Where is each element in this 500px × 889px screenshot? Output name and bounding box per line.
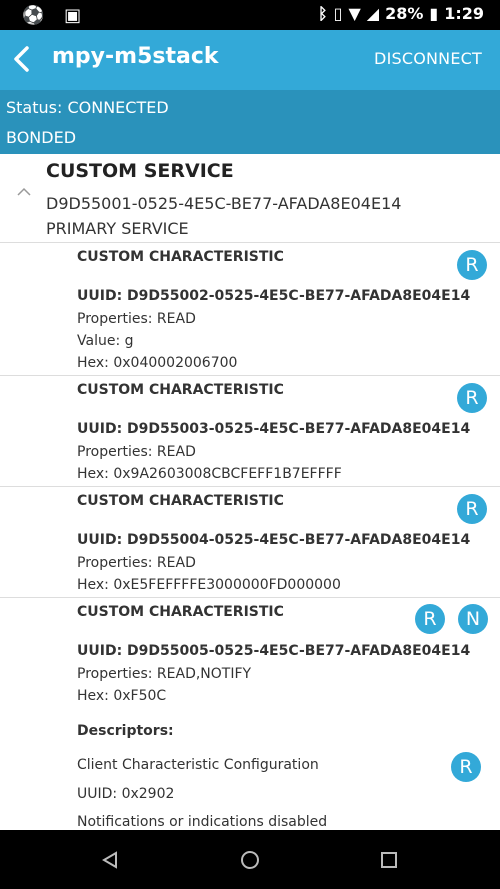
characteristic-item: CUSTOM CHARACTERISTIC R UUID: D9D55003-0… <box>0 375 500 487</box>
read-button[interactable]: R <box>457 494 487 524</box>
nav-back-icon[interactable] <box>100 850 120 870</box>
characteristic-properties: Properties: READ <box>77 555 196 571</box>
service-type: PRIMARY SERVICE <box>46 219 189 238</box>
chevron-up-icon[interactable] <box>16 184 32 200</box>
characteristic-uuid: UUID: D9D55002-0525-4E5C-BE77-AFADA8E04E… <box>77 288 471 304</box>
characteristic-properties: Properties: READ <box>77 444 196 460</box>
back-arrow-icon[interactable] <box>8 42 36 76</box>
battery-icon: ▮ <box>429 4 439 23</box>
notify-button[interactable]: N <box>458 604 488 634</box>
descriptor-name: Client Characteristic Configuration <box>77 757 319 773</box>
characteristic-hex: Hex: 0xE5FEFFFFE3000000FD000000 <box>77 577 341 593</box>
wifi-icon: ▼ <box>348 4 361 23</box>
characteristic-item: CUSTOM CHARACTERISTIC R N UUID: D9D55005… <box>0 597 500 837</box>
characteristic-value: Value: g <box>77 333 134 349</box>
service-name: CUSTOM SERVICE <box>46 160 234 182</box>
descriptor-read-button[interactable]: R <box>451 752 481 782</box>
descriptor-status: Notifications or indications disabled <box>77 814 328 830</box>
battery-level: 28% <box>385 4 424 23</box>
soccer-ball-icon: ⚽ <box>22 5 45 26</box>
system-nav-bar <box>0 830 500 889</box>
connection-status-bar: Status: CONNECTED BONDED <box>0 90 500 154</box>
characteristic-name: CUSTOM CHARACTERISTIC <box>77 604 284 620</box>
characteristic-properties: Properties: READ <box>77 311 196 327</box>
system-status-bar: ⚽ ▣ ᛒ ▯ ▼ ◢ 28% ▮ 1:29 <box>0 0 500 30</box>
bluetooth-icon: ᛒ <box>318 4 328 23</box>
connection-status: Status: CONNECTED <box>6 98 169 117</box>
characteristic-hex: Hex: 0x040002006700 <box>77 355 238 371</box>
app-bar: mpy-m5stack DISCONNECT <box>0 30 500 90</box>
disconnect-button[interactable]: DISCONNECT <box>374 49 482 68</box>
read-button[interactable]: R <box>457 383 487 413</box>
descriptors-heading: Descriptors: <box>77 723 174 739</box>
characteristic-item: CUSTOM CHARACTERISTIC R UUID: D9D55002-0… <box>0 242 500 376</box>
characteristic-properties: Properties: READ,NOTIFY <box>77 666 252 682</box>
bond-status: BONDED <box>6 128 77 147</box>
service-uuid: D9D55001-0525-4E5C-BE77-AFADA8E04E14 <box>46 194 402 213</box>
service-header[interactable]: CUSTOM SERVICE D9D55001-0525-4E5C-BE77-A… <box>0 154 500 243</box>
nav-home-icon[interactable] <box>240 850 260 870</box>
notification-icons: ⚽ ▣ <box>22 5 95 26</box>
image-icon: ▣ <box>64 5 82 26</box>
vibrate-icon: ▯ <box>333 4 343 23</box>
device-title: mpy-m5stack <box>52 44 219 69</box>
characteristic-item: CUSTOM CHARACTERISTIC R UUID: D9D55004-0… <box>0 486 500 598</box>
nav-recents-icon[interactable] <box>379 850 399 870</box>
descriptor-uuid: UUID: 0x2902 <box>77 786 175 802</box>
characteristic-uuid: UUID: D9D55005-0525-4E5C-BE77-AFADA8E04E… <box>77 643 471 659</box>
system-indicators: ᛒ ▯ ▼ ◢ 28% ▮ 1:29 <box>318 4 484 23</box>
signal-icon: ◢ <box>366 4 380 23</box>
characteristic-hex: Hex: 0x9A2603008CBCFEFF1B7EFFFF <box>77 466 342 482</box>
characteristic-uuid: UUID: D9D55004-0525-4E5C-BE77-AFADA8E04E… <box>77 532 471 548</box>
read-button[interactable]: R <box>415 604 445 634</box>
characteristic-name: CUSTOM CHARACTERISTIC <box>77 382 284 398</box>
characteristic-name: CUSTOM CHARACTERISTIC <box>77 249 284 265</box>
characteristic-hex: Hex: 0xF50C <box>77 688 167 704</box>
characteristic-uuid: UUID: D9D55003-0525-4E5C-BE77-AFADA8E04E… <box>77 421 471 437</box>
read-button[interactable]: R <box>457 250 487 280</box>
characteristic-name: CUSTOM CHARACTERISTIC <box>77 493 284 509</box>
clock: 1:29 <box>444 4 484 23</box>
